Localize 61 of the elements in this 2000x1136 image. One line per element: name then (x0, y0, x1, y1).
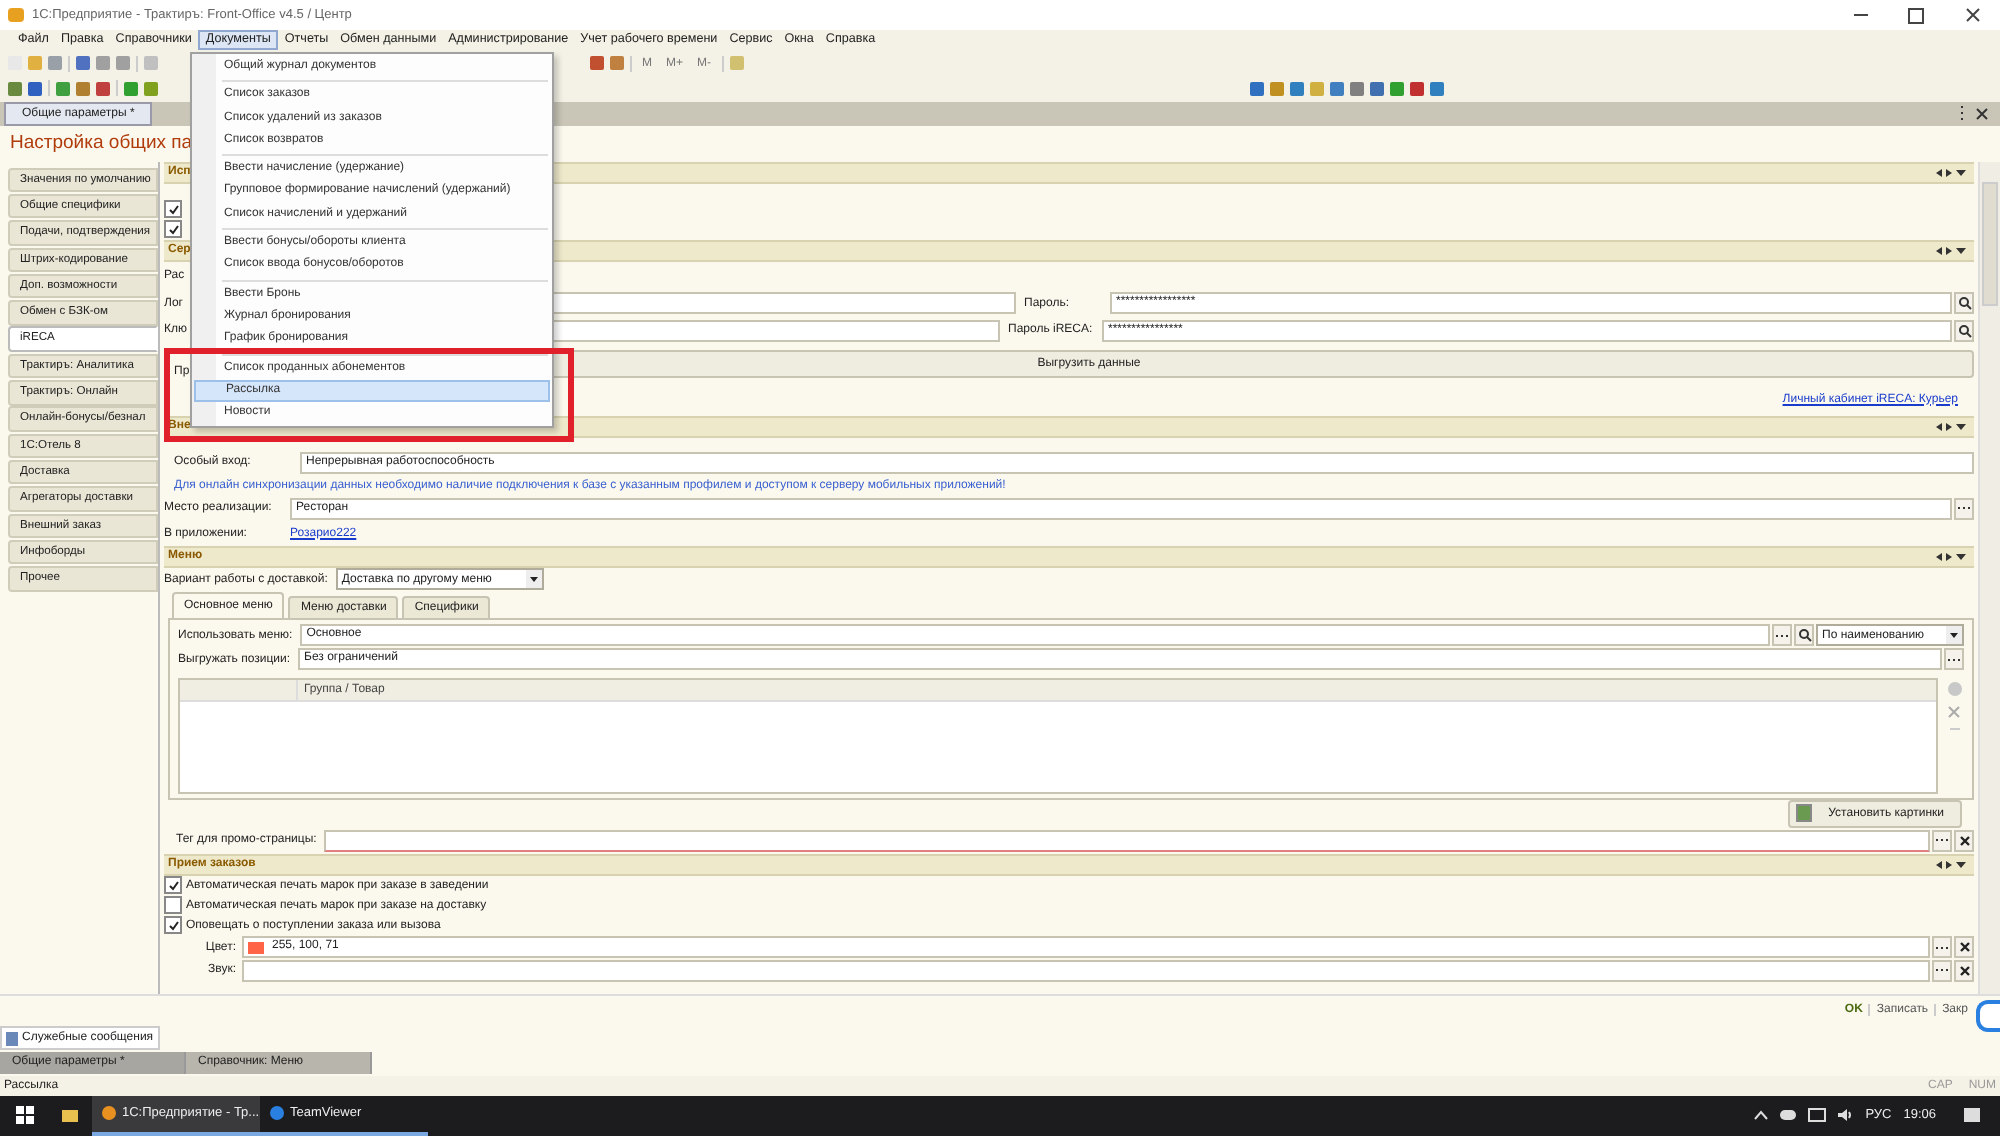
checkbox[interactable] (164, 896, 182, 915)
monitor-icon[interactable] (1807, 1108, 1826, 1123)
square-icon[interactable] (1330, 81, 1344, 96)
square-icon[interactable] (96, 81, 110, 96)
square-icon[interactable] (124, 81, 138, 96)
square-icon[interactable] (1370, 81, 1384, 96)
checkbox[interactable] (164, 916, 182, 935)
folder-icon[interactable] (62, 1109, 78, 1122)
promo-tag-field[interactable] (324, 829, 1930, 852)
square-icon[interactable] (144, 81, 158, 96)
clear-button[interactable] (1954, 959, 1974, 982)
close-icon[interactable] (1976, 107, 1988, 120)
chevron-icon[interactable] (1753, 1110, 1768, 1121)
document-icon (6, 1031, 18, 1046)
cloud-icon[interactable] (1779, 1110, 1796, 1121)
dropdown-icon[interactable] (1946, 626, 1962, 645)
clear-button[interactable] (1954, 829, 1974, 852)
collapse-icon[interactable] (1936, 245, 1968, 256)
speaker-icon[interactable] (1837, 1108, 1854, 1123)
square-icon[interactable] (1430, 81, 1444, 96)
app-logo-icon (8, 8, 24, 22)
clear-icon (1959, 942, 1969, 953)
collapse-icon[interactable] (1936, 167, 1968, 178)
square-icon[interactable] (1250, 81, 1264, 96)
scrollbar[interactable] (1978, 161, 2000, 995)
sound-field[interactable] (242, 959, 1930, 982)
collapse-icon[interactable] (1936, 551, 1968, 562)
more-button[interactable] (1932, 959, 1952, 982)
square-icon[interactable] (590, 56, 604, 71)
square-icon[interactable] (610, 56, 624, 71)
collapse-icon[interactable] (1936, 421, 1968, 432)
square-icon[interactable] (1410, 81, 1424, 96)
checkbox[interactable] (164, 200, 182, 219)
square-icon[interactable] (1350, 81, 1364, 96)
square-icon[interactable] (1270, 81, 1284, 96)
more-button[interactable] (1944, 648, 1964, 671)
square-icon[interactable] (76, 56, 90, 71)
square-icon[interactable] (8, 81, 22, 96)
square-icon[interactable] (56, 81, 70, 96)
more-button[interactable] (1932, 829, 1952, 852)
more-button[interactable] (1932, 936, 1952, 959)
collapse-icon[interactable] (1936, 859, 1968, 870)
picture-icon (1796, 804, 1813, 823)
checkbox[interactable] (164, 220, 182, 239)
more-button[interactable] (1954, 497, 1974, 520)
clear-button[interactable] (1954, 936, 1974, 959)
search-icon[interactable] (1954, 292, 1974, 315)
remote-widget-icon[interactable] (1976, 1000, 2000, 1032)
close-icon (1965, 8, 1979, 22)
square-icon[interactable] (28, 81, 42, 96)
square-icon[interactable] (1390, 81, 1404, 96)
search-icon[interactable] (1954, 319, 1974, 342)
square-icon[interactable] (76, 81, 90, 96)
search-icon[interactable] (1794, 624, 1814, 647)
checkbox[interactable] (164, 876, 182, 895)
clear-icon (1959, 965, 1969, 976)
notification-icon[interactable] (1964, 1108, 1980, 1123)
dropdown-icon[interactable] (525, 570, 542, 589)
square-icon[interactable] (1290, 81, 1304, 96)
clear-icon (1959, 835, 1969, 846)
more-button[interactable] (1772, 624, 1792, 647)
